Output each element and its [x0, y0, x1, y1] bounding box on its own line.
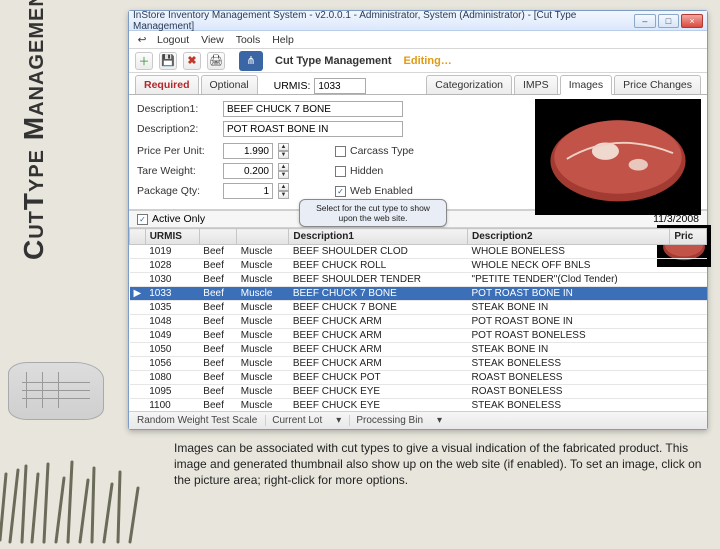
tab-price-changes[interactable]: Price Changes: [614, 75, 701, 94]
table-row[interactable]: 1019BeefMuscleBEEF SHOULDER CLODWHOLE BO…: [130, 245, 707, 259]
print-button[interactable]: 🖨: [207, 52, 225, 70]
table-row[interactable]: 1030BeefMuscleBEEF SHOULDER TENDER"PETIT…: [130, 273, 707, 287]
toolbar: ＋ 💾 ✖ 🖨 ⋔ Cut Type Management Editing…: [129, 49, 707, 73]
menu-help[interactable]: Help: [268, 34, 298, 46]
desc2-label: Description2:: [137, 123, 217, 135]
menu-logout[interactable]: Logout: [153, 34, 193, 46]
tab-optional[interactable]: Optional: [201, 75, 258, 94]
grid-header[interactable]: Description2: [468, 229, 670, 245]
table-row[interactable]: 1028BeefMuscleBEEF CHUCK ROLLWHOLE NECK …: [130, 259, 707, 273]
side-title-band: CutType Management Cont.: [0, 0, 120, 540]
tab-images[interactable]: Images: [560, 75, 612, 95]
grid-header[interactable]: Description1: [289, 229, 468, 245]
tab-required[interactable]: Required: [135, 75, 199, 94]
module-logo-icon: ⋔: [239, 51, 263, 71]
table-row[interactable]: 1100BeefMuscleBEEF CHUCK EYESTEAK BONELE…: [130, 399, 707, 412]
tab-imps[interactable]: IMPS: [514, 75, 558, 94]
grid-header[interactable]: [199, 229, 236, 245]
table-row[interactable]: 1048BeefMuscleBEEF CHUCK ARMPOT ROAST BO…: [130, 315, 707, 329]
pkg-label: Package Qty:: [137, 185, 217, 197]
data-grid: URMIS Description1Description2Pric 1019Be…: [129, 228, 707, 411]
active-only-label: Active Only: [152, 213, 205, 225]
pkg-spinner[interactable]: ▲▼: [278, 183, 289, 199]
statusbar-scale: Random Weight Test Scale: [137, 415, 257, 426]
delete-button[interactable]: ✖: [183, 52, 201, 70]
window-close-button[interactable]: ×: [681, 14, 703, 28]
form-area: Description1: Description2: Price Per Un…: [129, 95, 707, 210]
desc2-input[interactable]: [223, 121, 403, 137]
pkg-input[interactable]: [223, 183, 273, 199]
table-row[interactable]: 1095BeefMuscleBEEF CHUCK EYEROAST BONELE…: [130, 385, 707, 399]
statusbar-lot-arrow[interactable]: ▾: [336, 415, 341, 426]
hint-callout: Select for the cut type to show upon the…: [299, 199, 447, 227]
ppu-spinner[interactable]: ▲▼: [278, 143, 289, 159]
statusbar-lot: Current Lot: [265, 415, 328, 426]
tare-input[interactable]: [223, 163, 273, 179]
menubar: ↩ Logout View Tools Help: [129, 31, 707, 49]
app-window: InStore Inventory Management System - v2…: [128, 10, 708, 430]
grid-area: URMIS Description1Description2Pric 1019Be…: [129, 228, 707, 411]
menu-view[interactable]: View: [197, 34, 228, 46]
carcass-label: Carcass Type: [350, 145, 414, 157]
module-title: Cut Type Management: [275, 55, 392, 67]
urmis-label: URMIS:: [274, 80, 311, 92]
window-titlebar[interactable]: InStore Inventory Management System - v2…: [129, 11, 707, 31]
window-maximize-button[interactable]: □: [658, 14, 680, 28]
web-checkbox[interactable]: ✓: [335, 186, 346, 197]
side-title: CutType Management: [18, 0, 49, 260]
tab-categorization[interactable]: Categorization: [426, 75, 512, 94]
table-row[interactable]: 1050BeefMuscleBEEF CHUCK ARMSTEAK BONE I…: [130, 343, 707, 357]
hidden-label: Hidden: [350, 165, 383, 177]
carcass-checkbox[interactable]: [335, 146, 346, 157]
editing-status: Editing…: [404, 55, 452, 67]
grid-header[interactable]: [130, 229, 146, 245]
save-button[interactable]: 💾: [159, 52, 177, 70]
add-button[interactable]: ＋: [135, 52, 153, 70]
statusbar-bin-arrow[interactable]: ▾: [437, 415, 442, 426]
grid-header[interactable]: Pric: [670, 229, 707, 245]
table-row[interactable]: 1080BeefMuscleBEEF CHUCK POTROAST BONELE…: [130, 371, 707, 385]
table-row[interactable]: 1049BeefMuscleBEEF CHUCK ARMPOT ROAST BO…: [130, 329, 707, 343]
window-title: InStore Inventory Management System - v2…: [133, 10, 632, 32]
table-row[interactable]: ▶1033BeefMuscleBEEF CHUCK 7 BONEPOT ROAS…: [130, 287, 707, 301]
tab-row: Required Optional URMIS: Categorization …: [129, 73, 707, 95]
statusbar: Random Weight Test Scale Current Lot ▾ P…: [129, 411, 707, 429]
window-minimize-button[interactable]: –: [634, 14, 656, 28]
tare-spinner[interactable]: ▲▼: [278, 163, 289, 179]
desc1-input[interactable]: [223, 101, 403, 117]
tare-label: Tare Weight:: [137, 165, 217, 177]
active-only-checkbox[interactable]: ✓: [137, 214, 148, 225]
desc1-label: Description1:: [137, 103, 217, 115]
ppu-label: Price Per Unit:: [137, 145, 217, 157]
urmis-input[interactable]: [314, 78, 366, 94]
hidden-checkbox[interactable]: [335, 166, 346, 177]
table-row[interactable]: 1035BeefMuscleBEEF CHUCK 7 BONESTEAK BON…: [130, 301, 707, 315]
ppu-input[interactable]: [223, 143, 273, 159]
table-row[interactable]: 1056BeefMuscleBEEF CHUCK ARMSTEAK BONELE…: [130, 357, 707, 371]
grid-header[interactable]: [237, 229, 289, 245]
cow-illustration: [8, 362, 104, 420]
grid-header[interactable]: URMIS: [145, 229, 199, 245]
menu-tools[interactable]: Tools: [232, 34, 265, 46]
web-label: Web Enabled: [350, 185, 413, 197]
image-area[interactable]: [535, 99, 701, 215]
logout-icon[interactable]: ↩: [135, 33, 149, 47]
caption-text: Images can be associated with cut types …: [128, 440, 708, 489]
statusbar-bin: Processing Bin: [349, 415, 429, 426]
